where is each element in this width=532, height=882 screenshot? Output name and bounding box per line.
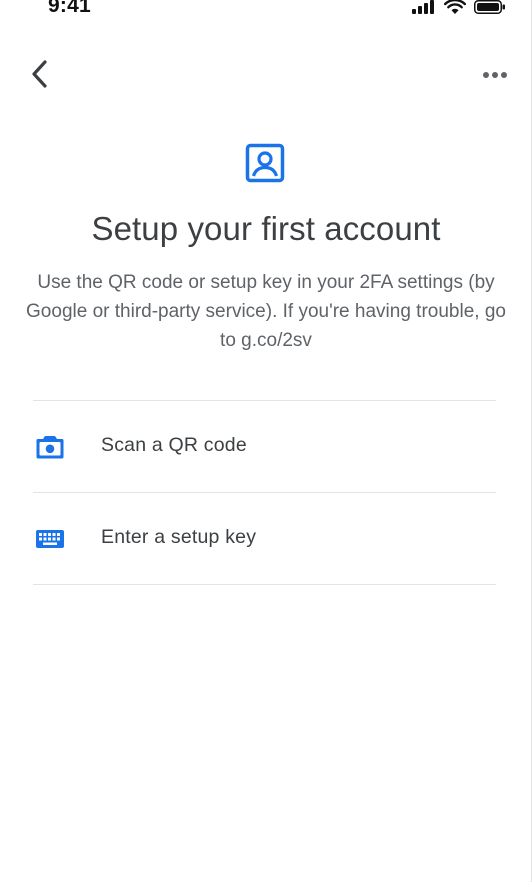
battery-icon xyxy=(474,0,505,14)
more-options-button[interactable] xyxy=(477,60,513,90)
scan-qr-code-option[interactable]: Scan a QR code xyxy=(33,401,496,493)
account-box-icon xyxy=(245,143,285,183)
enter-setup-key-label: Enter a setup key xyxy=(101,526,257,548)
signal-icon xyxy=(412,0,434,14)
app-screen: 9:41 Setup your first account Use the QR… xyxy=(0,0,532,882)
scan-qr-code-label: Scan a QR code xyxy=(101,434,247,456)
more-horizontal-icon xyxy=(483,72,507,78)
page-description: Use the QR code or setup key in your 2FA… xyxy=(26,272,506,351)
enter-setup-key-option[interactable]: Enter a setup key xyxy=(33,493,496,585)
status-bar: 9:41 xyxy=(0,0,532,20)
camera-icon xyxy=(36,436,64,459)
keyboard-icon xyxy=(36,530,64,548)
status-icons xyxy=(412,0,506,14)
divider xyxy=(33,584,496,585)
page-title: Setup your first account xyxy=(91,210,441,247)
back-button[interactable] xyxy=(22,56,58,92)
status-time: 9:41 xyxy=(48,0,91,17)
chevron-left-icon xyxy=(32,60,47,88)
wifi-icon xyxy=(444,0,466,14)
